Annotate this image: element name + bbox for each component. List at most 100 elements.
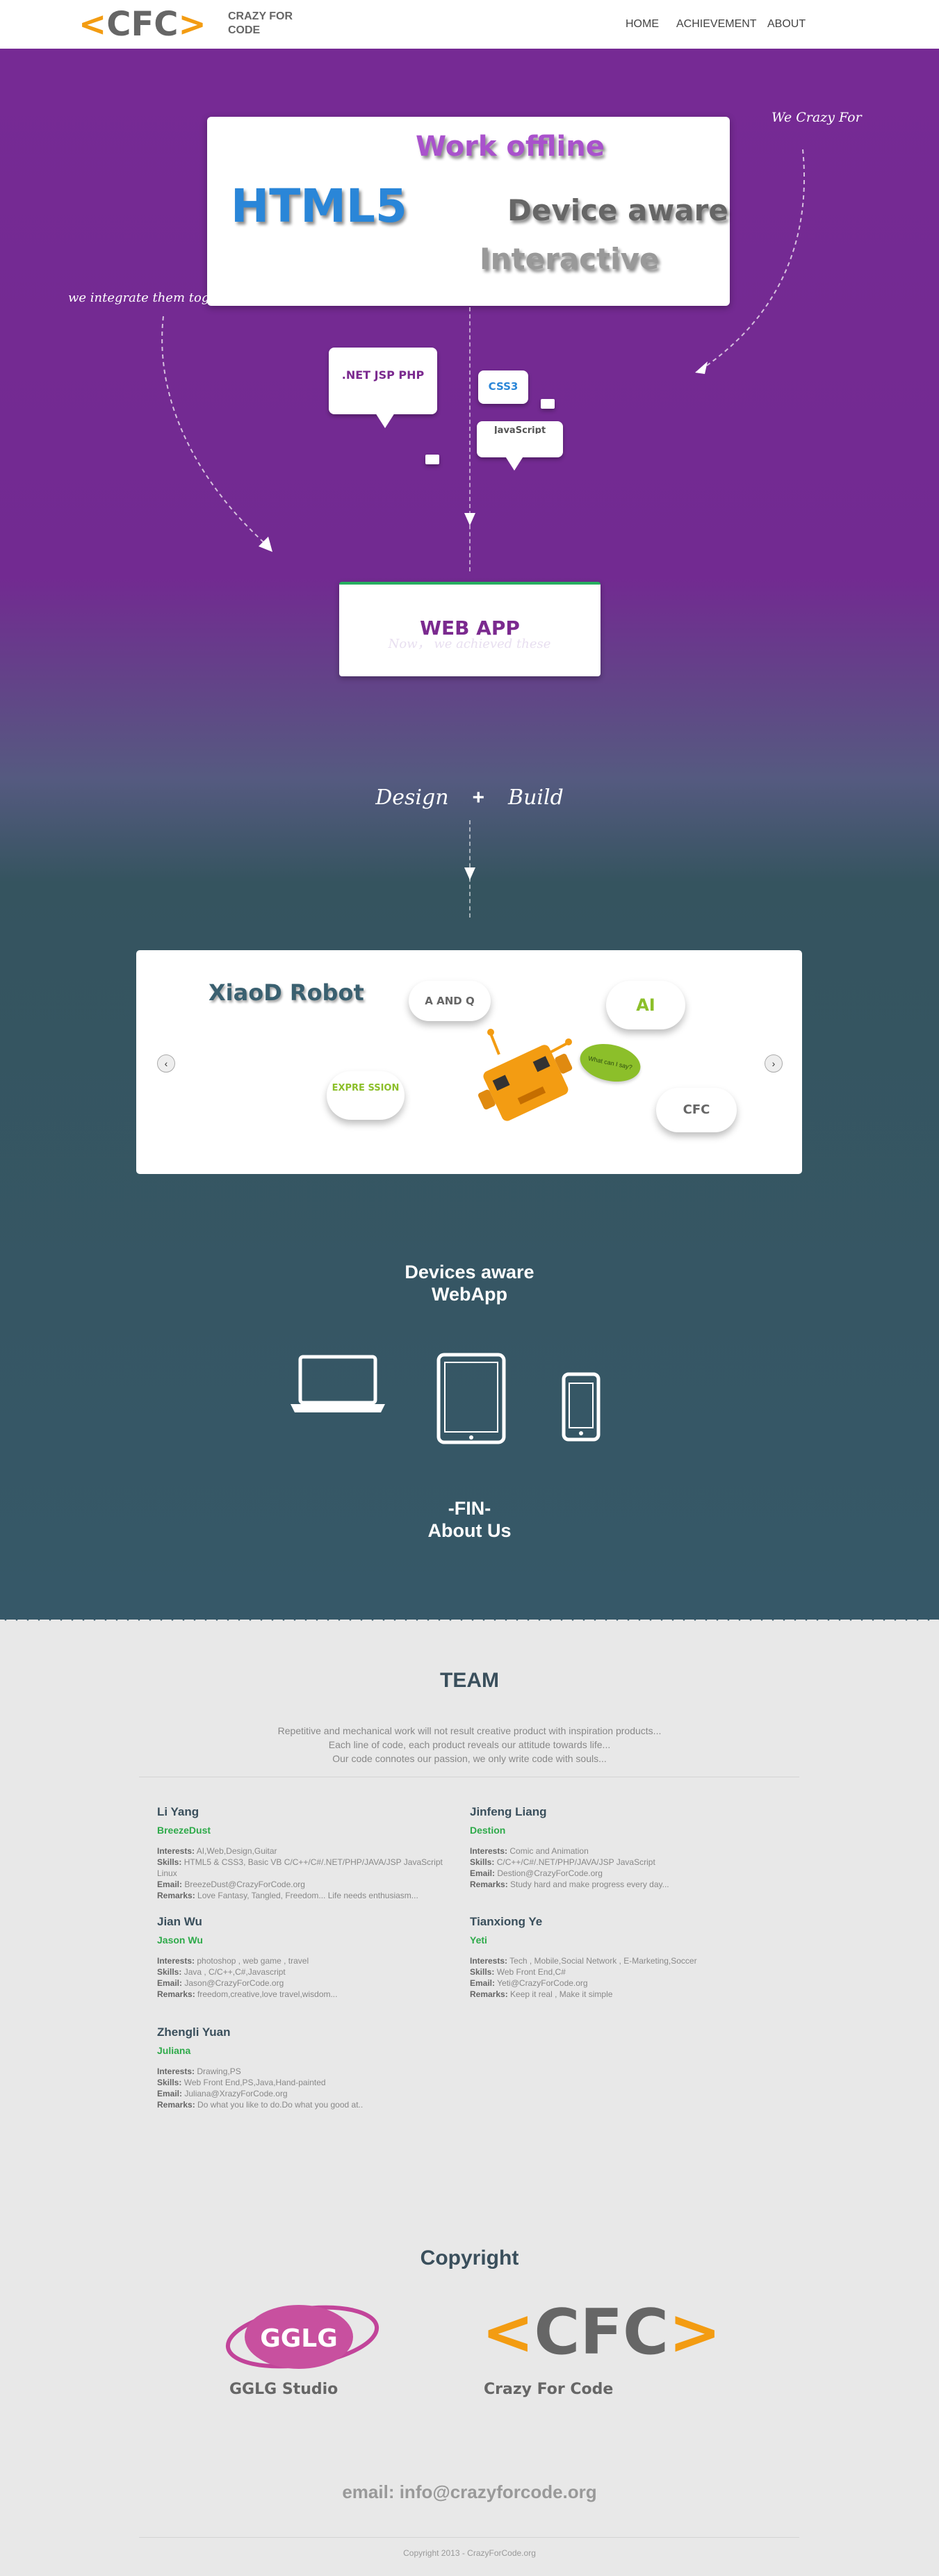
email-value[interactable]: BreezeDust@CrazyForCode.org <box>184 1880 305 1889</box>
member-name: Tianxiong Ye <box>470 1915 543 1928</box>
interests-value: photoshop , web game , travel <box>197 1956 309 1966</box>
remarks-value: Do what you like to do.Do what you good … <box>197 2100 364 2110</box>
nav-achievement[interactable]: ACHIEVEMENT <box>676 18 757 31</box>
build-label: Build <box>508 785 564 810</box>
cloud-expression: EXPRE SSION <box>327 1071 405 1120</box>
contact-email[interactable]: email: info@crazyforcode.org <box>0 2481 939 2503</box>
bubble-server-languages: .NET JSP PHP <box>329 348 437 414</box>
robot-icon <box>477 1029 573 1121</box>
devices-heading-line2: WebApp <box>432 1284 507 1305</box>
team-member: Jian Wu Jason Wu Interests: photoshop , … <box>157 1915 449 2000</box>
skills-value: Web Front End,PS,Java,Hand-painted <box>183 2078 326 2087</box>
cfc-bracket-left: < <box>482 2296 534 2369</box>
top-navbar: <CFC> CRAZY FOR CODE HOME ACHIEVEMENT AB… <box>0 0 939 49</box>
bubble-css3-text: CSS3 <box>488 380 519 393</box>
email-value[interactable]: Juliana@XrazyForCode.org <box>184 2089 287 2098</box>
gglg-logo[interactable]: GGLG <box>222 2298 382 2374</box>
gglg-logo-text: GGLG <box>260 2324 338 2353</box>
member-remarks: Remarks: Keep it real , Make it simple <box>470 1989 762 2000</box>
robot-carousel[interactable]: XiaoD Robot A AND Q AI EXPRE SSION CFC W… <box>136 950 802 1174</box>
interests-label: Interests: <box>157 1956 195 1966</box>
email-label: Email: <box>470 1868 496 1878</box>
team-member: Jinfeng Liang Destion Interests: Comic a… <box>470 1805 762 1890</box>
team-title: TEAM <box>440 1669 499 1692</box>
bubble-small <box>425 455 439 464</box>
cfc-logo[interactable]: <CFC> <box>482 2299 721 2366</box>
footer-divider <box>139 2537 799 2538</box>
bubble-js-text: JavaScript <box>493 425 546 434</box>
member-interests: Interests: Drawing,PS <box>157 2066 449 2077</box>
bubble-javascript: JavaScript <box>477 421 563 457</box>
remarks-value: Love Fantasy, Tangled, Freedom... Life n… <box>197 1891 418 1900</box>
arrow-down-icon <box>464 867 475 880</box>
design-label: Design <box>375 785 449 810</box>
member-email: Email: Destion@CrazyForCode.org <box>470 1868 762 1879</box>
carousel-next-button[interactable]: › <box>765 1054 783 1073</box>
member-skills: Skills: C/C++/C#/.NET/PHP/JAVA/JSP JavaS… <box>470 1857 762 1868</box>
carousel-prev-button[interactable]: ‹ <box>157 1054 175 1073</box>
bubble-server-text: .NET JSP PHP <box>341 368 425 382</box>
member-name: Jinfeng Liang <box>470 1805 547 1818</box>
member-nick: Yeti <box>470 1934 487 1946</box>
email-value[interactable]: Jason@CrazyForCode.org <box>184 1978 284 1988</box>
nav-about[interactable]: ABOUT <box>767 18 806 31</box>
member-skills: Skills: Web Front End,PS,Java,Hand-paint… <box>157 2077 449 2088</box>
laptop-icon <box>291 1355 385 1412</box>
remarks-value: Study hard and make progress every day..… <box>510 1880 669 1889</box>
remarks-value: Keep it real , Make it simple <box>510 1989 613 1999</box>
skills-value: HTML5 & CSS3, Basic VB C/C++/C#/.NET/PHP… <box>157 1857 443 1878</box>
section-divider <box>0 1614 939 1625</box>
gglg-studio-label: GGLG Studio <box>229 2381 338 2398</box>
email-label: Email: <box>157 1880 183 1889</box>
skills-value: Java , C/C++,C#,Javascript <box>183 1967 286 1977</box>
devices-heading-line1: Devices aware <box>405 1262 534 1282</box>
email-value[interactable]: Destion@CrazyForCode.org <box>497 1868 603 1878</box>
interests-value: AI,Web,Design,Guitar <box>196 1846 277 1856</box>
crazy-for-code-label: Crazy For Code <box>484 2381 614 2398</box>
interests-value: Drawing,PS <box>197 2066 241 2076</box>
member-name: Jian Wu <box>157 1915 202 1928</box>
remarks-label: Remarks: <box>157 1891 195 1900</box>
member-skills: Skills: HTML5 & CSS3, Basic VB C/C++/C#/… <box>157 1857 449 1879</box>
member-interests: Interests: AI,Web,Design,Guitar <box>157 1845 449 1857</box>
skills-value: C/C++/C#/.NET/PHP/JAVA/JSP JavaScript <box>496 1857 655 1867</box>
cloud-aq: A AND Q <box>409 981 491 1021</box>
arrow-down-icon <box>464 513 475 525</box>
remarks-label: Remarks: <box>157 1989 195 1999</box>
logo-line-1: CRAZY FOR <box>228 10 293 22</box>
cfc-bracket-right: > <box>669 2296 721 2369</box>
member-interests: Interests: Comic and Animation <box>470 1845 762 1857</box>
member-skills: Skills: Web Front End,C# <box>470 1966 762 1978</box>
interests-label: Interests: <box>157 1846 195 1856</box>
bubble-small <box>541 399 555 409</box>
member-email: Email: BreezeDust@CrazyForCode.org <box>157 1879 449 1890</box>
member-remarks: Remarks: Do what you like to do.Do what … <box>157 2099 449 2110</box>
copyright-title: Copyright <box>420 2247 519 2269</box>
skills-label: Skills: <box>157 2078 182 2087</box>
logo-line-2: CODE <box>228 24 261 36</box>
webapp-card: WEB APP <box>339 582 601 676</box>
skills-label: Skills: <box>470 1857 495 1867</box>
about-us-label[interactable]: About Us <box>0 1519 939 1542</box>
logo-bracket-left: < <box>79 5 107 44</box>
member-remarks: Remarks: Study hard and make progress ev… <box>470 1879 762 1890</box>
skills-value: Web Front End,C# <box>496 1967 566 1977</box>
email-label: Email: <box>157 1978 183 1988</box>
remarks-label: Remarks: <box>470 1880 508 1889</box>
member-nick: Destion <box>470 1825 506 1836</box>
site-logo[interactable]: <CFC> <box>79 7 206 42</box>
phone-icon <box>562 1372 601 1442</box>
interests-value: Tech , Mobile,Social Network , E-Marketi… <box>509 1956 697 1966</box>
member-interests: Interests: photoshop , web game , travel <box>157 1955 449 1966</box>
bubble-tail <box>505 455 524 471</box>
team-intro-line-1: Repetitive and mechanical work will not … <box>277 1725 662 1736</box>
cloud-cfc: CFC <box>656 1088 737 1132</box>
fin-label: -FIN- <box>448 1498 491 1519</box>
email-label: Email: <box>157 2089 183 2098</box>
nav-home[interactable]: HOME <box>626 18 659 31</box>
member-nick: Jason Wu <box>157 1934 203 1946</box>
skills-label: Skills: <box>157 1857 182 1867</box>
email-value[interactable]: Yeti@CrazyForCode.org <box>497 1978 587 1988</box>
member-email: Email: Jason@CrazyForCode.org <box>157 1978 449 1989</box>
plus-sign: + <box>472 786 485 809</box>
